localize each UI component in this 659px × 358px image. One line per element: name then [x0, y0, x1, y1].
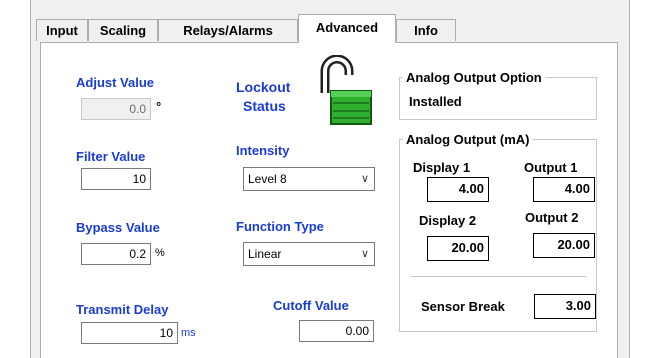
- tab-advanced[interactable]: Advanced: [298, 14, 396, 43]
- display1-input[interactable]: 4.00: [427, 177, 489, 202]
- cutoff-value-label: Cutoff Value: [273, 298, 349, 313]
- tab-input[interactable]: Input: [36, 19, 88, 41]
- chevron-down-icon: ∨: [360, 248, 369, 260]
- filter-value-label: Filter Value: [76, 149, 146, 164]
- intensity-selected: Level 8: [248, 172, 287, 186]
- intensity-label: Intensity: [236, 143, 290, 158]
- transmit-unit: ms: [181, 327, 196, 339]
- bypass-unit: %: [155, 247, 165, 259]
- transmit-delay-label: Transmit Delay: [76, 302, 169, 317]
- function-type-label: Function Type: [236, 219, 324, 234]
- display1-label: Display 1: [413, 160, 471, 175]
- sensor-break-label: Sensor Break: [421, 299, 505, 314]
- output1-label: Output 1: [524, 160, 578, 175]
- function-type-select[interactable]: Linear ∨: [243, 242, 375, 266]
- analog-option-status: Installed: [409, 94, 462, 109]
- function-type-selected: Linear: [248, 247, 282, 261]
- output2-input[interactable]: 20.00: [533, 233, 595, 258]
- chevron-down-icon: ∨: [360, 173, 369, 185]
- tab-relays-alarms[interactable]: Relays/Alarms: [158, 19, 298, 41]
- output2-label: Output 2: [525, 210, 579, 225]
- sensor-break-input[interactable]: 3.00: [534, 294, 596, 319]
- analog-output-separator: [411, 276, 586, 277]
- tab-scaling[interactable]: Scaling: [88, 19, 158, 41]
- filter-value-input[interactable]: 10: [81, 168, 151, 190]
- advanced-panel: Adjust Value 0.0 ° Filter Value 10 Bypas…: [40, 42, 618, 358]
- adjust-value-field: 0.0: [81, 98, 151, 120]
- lockout-label-line2: Status: [243, 98, 286, 114]
- adjust-value-label: Adjust Value: [76, 75, 155, 90]
- lockout-label-line1: Lockout: [236, 79, 291, 95]
- analog-output-title: Analog Output (mA): [403, 132, 533, 147]
- cutoff-value-input[interactable]: 0.00: [299, 320, 374, 342]
- display2-label: Display 2: [419, 213, 477, 228]
- transmit-delay-input[interactable]: 10: [81, 322, 178, 344]
- tab-info[interactable]: Info: [396, 19, 456, 41]
- intensity-select[interactable]: Level 8 ∨: [243, 167, 375, 191]
- analog-option-title: Analog Output Option: [403, 70, 545, 85]
- bypass-value-input[interactable]: 0.2: [81, 243, 151, 265]
- unlocked-padlock-icon[interactable]: [319, 55, 375, 127]
- display2-input[interactable]: 20.00: [427, 236, 489, 261]
- output1-input[interactable]: 4.00: [533, 177, 595, 202]
- bypass-value-label: Bypass Value: [76, 220, 160, 235]
- adjust-unit: °: [156, 99, 162, 114]
